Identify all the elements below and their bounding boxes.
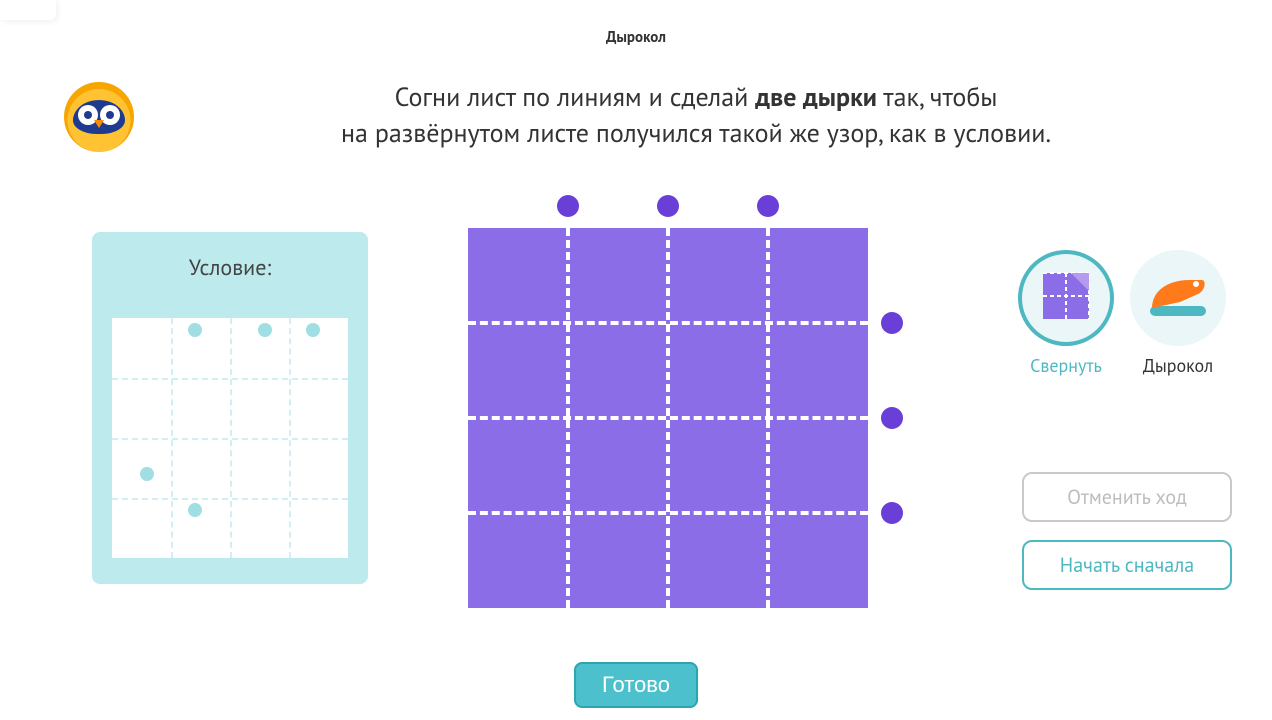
- playfield[interactable]: [428, 180, 948, 640]
- punch-icon: [1146, 272, 1210, 325]
- condition-hole: [140, 467, 154, 481]
- tool-punch[interactable]: Дырокол: [1130, 250, 1226, 377]
- restart-button[interactable]: Начать сначала: [1022, 540, 1232, 590]
- condition-hole: [306, 323, 320, 337]
- instr-post: так, чтобы: [877, 81, 997, 114]
- fold-target-top[interactable]: [557, 195, 579, 217]
- fold-target-top[interactable]: [657, 195, 679, 217]
- condition-panel: Условие:: [92, 232, 368, 584]
- top-tab: [0, 0, 56, 20]
- tool-punch-label: Дырокол: [1143, 354, 1213, 377]
- condition-hole: [188, 323, 202, 337]
- instruction-text: Согни лист по линиям и сделай две дырки …: [160, 80, 1232, 153]
- owl-avatar: [64, 82, 134, 152]
- undo-button[interactable]: Отменить ход: [1022, 472, 1232, 522]
- instr-bold: две дырки: [755, 81, 877, 114]
- folding-sheet[interactable]: [468, 228, 868, 608]
- condition-sheet: [112, 318, 348, 558]
- fold-icon: [1037, 267, 1095, 330]
- app-stage: Дырокол Согни лист по линиям и сделай дв…: [0, 0, 1272, 720]
- fold-line-horizontal[interactable]: [468, 511, 868, 515]
- tool-palette: Свернуть Дырокол: [1012, 250, 1232, 377]
- tool-fold[interactable]: Свернуть: [1018, 250, 1114, 377]
- fold-target-right[interactable]: [881, 502, 903, 524]
- done-button[interactable]: Готово: [574, 662, 698, 708]
- condition-hole: [188, 503, 202, 517]
- fold-target-right[interactable]: [881, 312, 903, 334]
- instr-pre: Согни лист по линиям и сделай: [395, 81, 756, 114]
- instr-line2: на развёрнутом листе получился такой же …: [341, 117, 1051, 150]
- fold-target-top[interactable]: [757, 195, 779, 217]
- condition-label: Условие:: [92, 254, 368, 282]
- tool-fold-label: Свернуть: [1030, 354, 1102, 377]
- fold-target-right[interactable]: [881, 407, 903, 429]
- fold-line-horizontal[interactable]: [468, 321, 868, 325]
- page-title: Дырокол: [0, 28, 1272, 47]
- condition-hole: [258, 323, 272, 337]
- fold-line-horizontal[interactable]: [468, 416, 868, 420]
